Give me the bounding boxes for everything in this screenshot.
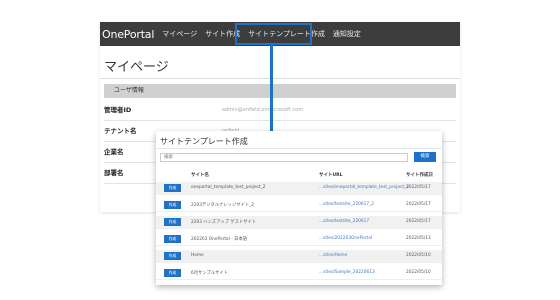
field-row-admin-id: 管理者ID admin@onfield.onmicrosoft.com	[104, 100, 456, 121]
site-url-link[interactable]: ...sites/oneportal_template_test_project…	[319, 185, 409, 190]
site-name: oneportal_template_test_project_2	[191, 185, 266, 190]
created-date: 2022/05/10	[406, 270, 431, 275]
site-name: 2203デジタルナレッジサイト_2	[191, 203, 254, 208]
table-row: 作成 2203デジタルナレッジサイト_2 ...sites/testsite_2…	[156, 199, 442, 212]
search-button[interactable]: 検索	[414, 152, 436, 162]
created-date: 2022/05/10	[406, 253, 431, 258]
column-header-created-date: サイト作成日	[406, 173, 433, 178]
table-header: サイト名 サイトURL サイト作成日	[156, 170, 442, 180]
field-label: 管理者ID	[104, 106, 132, 114]
page-title: マイページ	[104, 60, 169, 75]
create-button[interactable]: 作成	[164, 269, 181, 277]
divider	[100, 78, 460, 79]
create-button[interactable]: 作成	[164, 218, 181, 226]
search-input[interactable]: 検索	[160, 153, 408, 162]
site-name: 6月サンプルサイト	[191, 271, 228, 276]
created-date: 2022/05/17	[406, 202, 431, 207]
table-row: 作成 2203 ハンズアップ ゲストサイト ...sites/testsite_…	[156, 216, 442, 229]
divider	[156, 148, 442, 149]
site-url-link[interactable]: ...sites/Sample_20220613	[319, 270, 375, 275]
create-button[interactable]: 作成	[164, 252, 181, 260]
site-name: 202203 OnePortal - 日本語	[191, 237, 248, 242]
created-date: 2022/05/13	[406, 236, 431, 241]
site-url-link[interactable]: ...sites/Home	[319, 253, 347, 258]
brand-logo[interactable]: OnePortal	[100, 28, 154, 41]
site-template-panel: サイトテンプレート作成 検索 検索 サイト名 サイトURL サイト作成日 作成 …	[156, 131, 442, 285]
nav-notification-settings[interactable]: 通知設定	[333, 29, 361, 39]
create-button[interactable]: 作成	[164, 201, 181, 209]
site-url-link[interactable]: ...sites/testsite_220617	[319, 219, 369, 224]
column-header-site-name: サイト名	[191, 173, 209, 178]
table-row: 作成 6月サンプルサイト ...sites/Sample_20220613 20…	[156, 267, 442, 280]
field-label: 企業名	[104, 148, 124, 156]
table-row: 作成 202203 OnePortal - 日本語 ...sites/20220…	[156, 233, 442, 246]
field-value: admin@onfield.onmicrosoft.com	[222, 107, 304, 113]
section-header-user-info: ユーザ情報	[104, 84, 456, 98]
field-label: 部署名	[104, 169, 124, 177]
created-date: 2022/05/17	[406, 219, 431, 224]
field-label: テナント名	[104, 127, 137, 135]
table-row: 作成 oneportal_template_test_project_2 ...…	[156, 182, 442, 195]
create-button[interactable]: 作成	[164, 235, 181, 243]
column-header-site-url: サイトURL	[319, 173, 343, 178]
nav-highlight-box	[235, 23, 312, 45]
site-url-link[interactable]: ...sites/testsite_220617_2	[319, 202, 374, 207]
panel-title: サイトテンプレート作成	[160, 137, 248, 146]
table-row: 作成 Home ...sites/Home 2022/05/10	[156, 250, 442, 263]
site-name: 2203 ハンズアップ ゲストサイト	[191, 220, 257, 225]
site-name: Home	[191, 253, 204, 258]
created-date: 2022/05/17	[406, 185, 431, 190]
create-button[interactable]: 作成	[164, 184, 181, 192]
nav-mypage[interactable]: マイページ	[162, 29, 197, 39]
site-url-link[interactable]: ...sites/202203OnePortal	[319, 236, 372, 241]
